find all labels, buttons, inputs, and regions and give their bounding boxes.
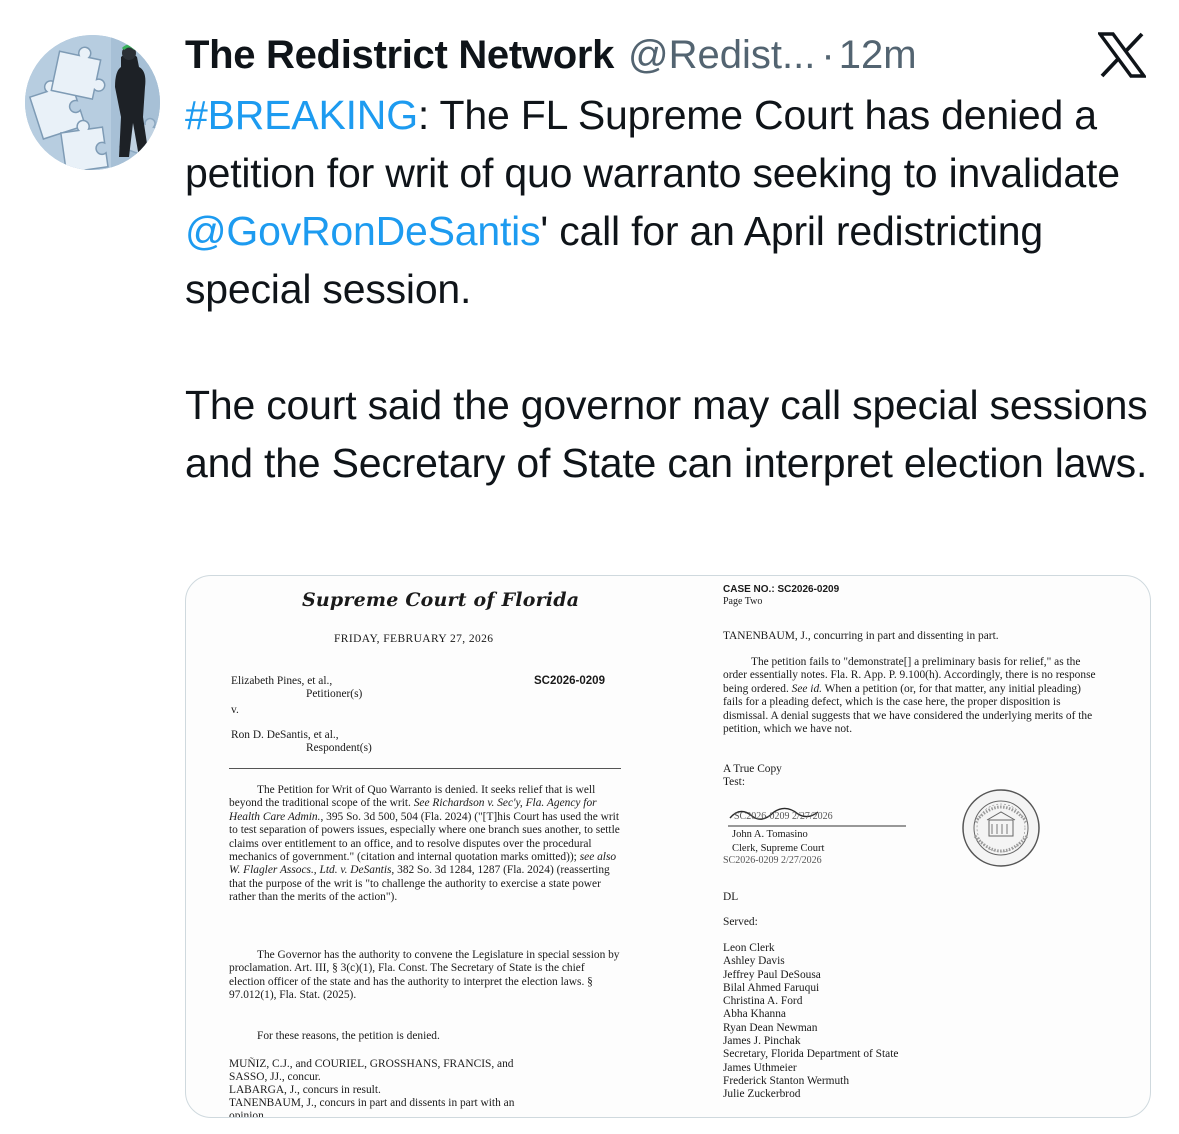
respondent-role: Respondent(s) [306,742,372,754]
clerk-stamp: SC2026-0209 2/27/2026 [723,855,822,866]
votes-line-4: TANENBAUM, J., concurs in part and disse… [229,1097,515,1109]
avatar[interactable] [25,35,160,170]
votes-line-1: MUÑIZ, C.J., and COURIEL, GROSSHANS, FRA… [229,1058,514,1070]
served-item: Jeffrey Paul DeSousa [723,968,821,981]
court-title: Supreme Court of Florida [302,589,580,611]
served-item: Leon Clerk [723,942,775,954]
citation: See id. [791,682,823,695]
served-item: Abha Khanna [723,1008,786,1021]
served-item: Julie Zuckerbrod [723,1088,801,1101]
mention-link[interactable]: @GovRonDeSantis [185,208,541,254]
clerk-name: John A. Tomasino [732,829,808,840]
petitioner-name: Elizabeth Pines, et al., [231,675,333,687]
test-label: Test: [723,776,745,788]
tweet-paragraph-2: The court said the governor may call spe… [185,382,1148,486]
case-number: SC2026-0209 [534,675,605,687]
dissent-heading: TANENBAUM, J., concurring in part and di… [723,630,999,642]
court-order-document: Supreme Court of Florida FRIDAY, FEBRUAR… [186,576,1150,1118]
tweet-text: #BREAKING: The FL Supreme Court has deni… [185,86,1160,492]
respondent-name: Ron D. DeSantis, et al., [231,729,339,741]
tweet-paragraph-1: #BREAKING: The FL Supreme Court has deni… [185,86,1160,318]
dissent-paragraph: The petition fails to "demonstrate[] a p… [723,656,1101,736]
votes-line-2: SASSO, JJ., concur. [229,1071,321,1083]
order-paragraph-1: The Petition for Writ of Quo Warranto is… [229,784,621,905]
served-item: James Uthmeier [723,1061,797,1074]
true-copy-label: A True Copy [723,763,782,775]
initials: DL [723,891,739,903]
signature-stamp: SC2026-0209 2/27/2026 [734,811,833,822]
court-seal-icon [962,789,1040,867]
served-item: James J. Pinchak [723,1035,801,1048]
tweet-timestamp[interactable]: 12m [839,33,917,78]
order-paragraph-3: For these reasons, the petition is denie… [257,1030,440,1042]
votes-line-3: LABARGA, J., concurs in result. [229,1084,381,1096]
served-item: Secretary, Florida Department of State [723,1048,899,1061]
order-date: FRIDAY, FEBRUARY 27, 2026 [334,633,494,645]
author-name[interactable]: The Redistrict Network [185,33,614,78]
order-paragraph-2: The Governor has the authority to conven… [229,949,620,1002]
served-label: Served: [723,916,758,928]
served-list: Leon Clerk Ashley Davis Jeffrey Paul DeS… [723,942,898,1102]
page2-page-label: Page Two [723,596,763,607]
served-item: Bilal Ahmed Faruqui [723,981,820,994]
tweet-header: The Redistrict Network @Redist... · 12m [185,30,1025,80]
served-item: Christina A. Ford [723,995,803,1008]
x-logo-icon[interactable] [1098,32,1146,78]
petitioner-role: Petitioner(s) [306,688,363,700]
puzzle-avatar-icon [25,35,160,170]
separator-dot: · [821,32,835,77]
served-item: Ashley Davis [723,955,785,968]
votes-line-5: opinion. [229,1110,267,1118]
served-item: Frederick Stanton Wermuth [723,1074,850,1087]
hashtag-link[interactable]: #BREAKING [185,92,418,138]
versus: v. [231,704,239,716]
author-handle[interactable]: @Redist... [628,33,815,78]
divider [229,768,621,769]
served-item: Ryan Dean Newman [723,1021,818,1034]
tweet-media-image[interactable]: Supreme Court of Florida FRIDAY, FEBRUAR… [185,575,1151,1118]
